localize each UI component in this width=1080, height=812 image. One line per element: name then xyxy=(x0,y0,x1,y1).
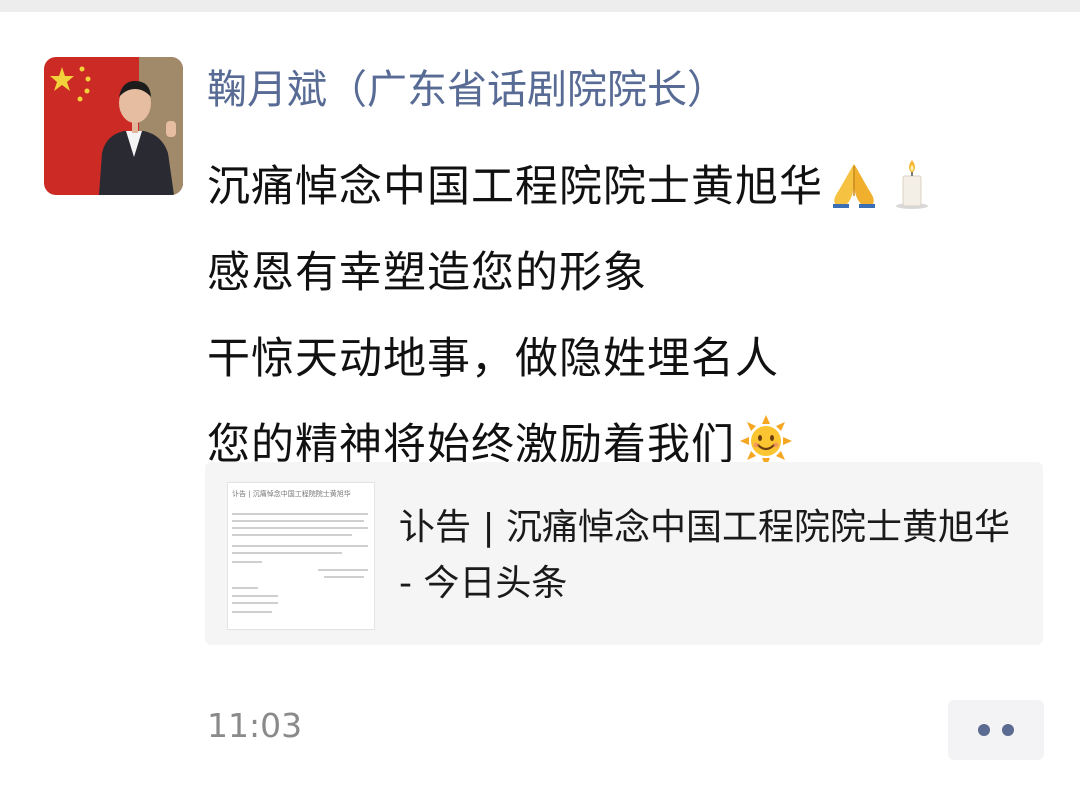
post-line-text: 感恩有幸塑造您的形象 xyxy=(207,248,647,298)
post-line-text: 沉痛悼念中国工程院院士黄旭华 xyxy=(207,162,823,212)
sun-face-icon xyxy=(739,414,793,468)
post-line-text: 干惊天动地事，做隐姓埋名人 xyxy=(207,334,779,384)
thumbnail-title: 讣告 | 沉痛悼念中国工程院院士黄旭华 xyxy=(232,490,351,498)
more-actions-button[interactable] xyxy=(948,700,1044,760)
avatar[interactable] xyxy=(44,57,183,195)
shared-link-card[interactable]: 讣告 | 沉痛悼念中国工程院院士黄旭华 讣告 | 沉痛悼念中国工程院院士黄旭华 … xyxy=(205,462,1043,645)
top-separator xyxy=(0,0,1080,12)
post-author-name[interactable]: 鞠月斌（广东省话剧院院长） xyxy=(207,60,727,120)
candle-icon xyxy=(885,156,939,210)
post-line: 感恩有幸塑造您的形象 xyxy=(207,226,1047,312)
link-thumbnail: 讣告 | 沉痛悼念中国工程院院士黄旭华 xyxy=(227,482,375,630)
dot-icon xyxy=(1002,724,1014,736)
dot-icon xyxy=(978,724,990,736)
post-text: 沉痛悼念中国工程院院士黄旭华 感恩有幸塑造您的形象 干惊天动地事，做隐姓埋名人 xyxy=(207,140,1047,484)
post-timestamp: 11:03 xyxy=(207,706,303,745)
post-line: 沉痛悼念中国工程院院士黄旭华 xyxy=(207,140,1047,226)
link-title: 讣告 | 沉痛悼念中国工程院院士黄旭华 - 今日头条 xyxy=(399,507,1011,604)
post-line: 干惊天动地事，做隐姓埋名人 xyxy=(207,312,1047,398)
folded-hands-icon xyxy=(827,156,881,210)
